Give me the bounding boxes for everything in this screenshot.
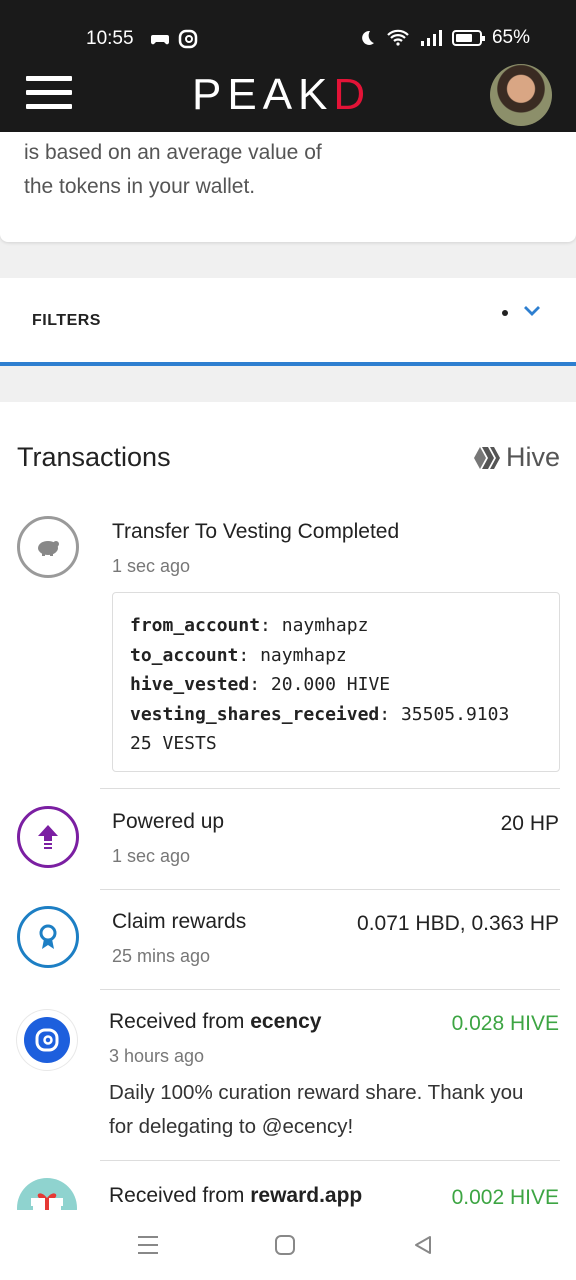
title-prefix: Received from [109,1010,251,1033]
home-icon[interactable] [274,1234,296,1256]
detail-row: hive_vested: 20.000 HIVE [130,674,391,695]
info-text: is based on an average value of the toke… [24,136,322,204]
transactions-card: Transactions Hive Transfer To Vesting Co… [0,402,576,1210]
recent-apps-icon[interactable] [136,1234,160,1256]
status-bar: 10:55 65% [0,0,576,78]
info-line-1: is based on an average value of [24,141,322,164]
chain-selector[interactable]: Hive [472,442,560,473]
chevron-down-icon[interactable] [522,304,542,318]
status-time: 10:55 [86,28,134,49]
account-link[interactable]: ecency [250,1010,321,1033]
divider [100,889,560,890]
divider [100,1160,560,1161]
transaction-amount: 0.071 HBD, 0.363 HP [357,912,559,935]
game-controller-icon [150,35,170,45]
transaction-title: Powered up [112,810,225,833]
filter-active-dot [502,310,508,316]
account-link[interactable]: reward.app [250,1184,362,1207]
back-icon[interactable] [412,1234,434,1256]
detail-key: hive_vested [130,674,250,695]
transaction-time: 3 hours ago [109,1046,205,1066]
transaction-item: Transfer To Vesting Completed 1 sec ago … [0,502,576,792]
logo-main: PEAK [192,70,334,119]
detail-value: 25 VESTS [130,733,217,754]
divider [100,989,560,990]
detail-value: naymhapz [260,644,347,666]
info-card: is based on an average value of the toke… [0,132,576,242]
filters-label: FILTERS [32,312,101,329]
hive-icon [474,446,500,469]
avatar[interactable] [490,64,552,126]
memo-line-2: for delegating to @ecency! [109,1115,354,1138]
detail-key: vesting_shares_received [130,703,380,725]
transaction-time: 25 mins ago [112,946,211,966]
signal-icon [420,30,442,46]
memo-line-1: Daily 100% curation reward share. Thank … [109,1081,524,1104]
detail-value: naymhapz [281,615,369,636]
battery-icon [451,30,485,46]
detail-value: 20.000 HIVE [270,674,391,695]
hamburger-line [26,104,72,109]
detail-key: to_account [130,644,239,666]
detail-key: from_account [130,615,261,636]
transaction-time: 1 sec ago [112,556,191,576]
reward-ribbon-icon [17,906,79,968]
divider [100,788,560,789]
transaction-amount: 20 HP [500,812,559,835]
transaction-title: Transfer To Vesting Completed [112,520,400,543]
transaction-item: Received from reward.app 0.002 HIVE [0,1164,576,1210]
transaction-memo: Daily 100% curation reward share. Thank … [109,1076,549,1144]
transaction-item: Powered up 1 sec ago 20 HP [0,792,576,892]
ecency-logo-icon [24,1017,70,1063]
transaction-item: Received from ecency 3 hours ago 0.028 H… [0,992,576,1162]
transaction-title: Received from ecency [109,1010,321,1034]
ecency-notification-icon [178,29,198,49]
transaction-item: Claim rewards 25 mins ago 0.071 HBD, 0.3… [0,892,576,992]
power-up-icon [17,806,79,868]
info-line-2: the tokens in your wallet. [24,175,256,198]
peakd-logo[interactable]: PEAKD [192,70,371,120]
hamburger-line [26,90,72,95]
status-notification-icons [150,29,198,49]
chain-label: Hive [506,442,561,472]
top-bar: 10:55 65% PEAKD [0,0,576,132]
detail-row: to_account: naymhapz [130,644,347,666]
title-prefix: Received from [109,1184,251,1207]
transaction-details: from_account: naymhapz to_account: naymh… [112,592,560,772]
status-right: 65% [358,27,530,49]
detail-row: vesting_shares_received: 35505.9103 [130,703,510,725]
ecency-avatar[interactable] [17,1010,77,1070]
transactions-title: Transactions [17,442,171,472]
system-nav-bar [0,1210,576,1280]
gift-icon[interactable] [17,1178,77,1210]
detail-row: from_account: naymhapz [130,615,369,636]
transaction-amount: 0.028 HIVE [451,1012,559,1035]
detail-row: 25 VESTS [130,729,542,759]
logo-accent: D [333,70,372,119]
transaction-time: 1 sec ago [112,846,191,866]
detail-value: 35505.9103 [400,703,510,725]
transaction-title: Claim rewards [112,910,247,933]
transaction-amount: 0.002 HIVE [451,1186,559,1209]
filters-panel[interactable]: FILTERS [0,278,576,366]
menu-button[interactable] [26,76,72,110]
transaction-title: Received from reward.app [109,1184,362,1208]
hamburger-icon [26,76,72,81]
moon-icon [362,30,374,45]
piggy-bank-icon [17,516,79,578]
wifi-icon [387,29,409,46]
battery-percent: 65% [491,27,530,48]
